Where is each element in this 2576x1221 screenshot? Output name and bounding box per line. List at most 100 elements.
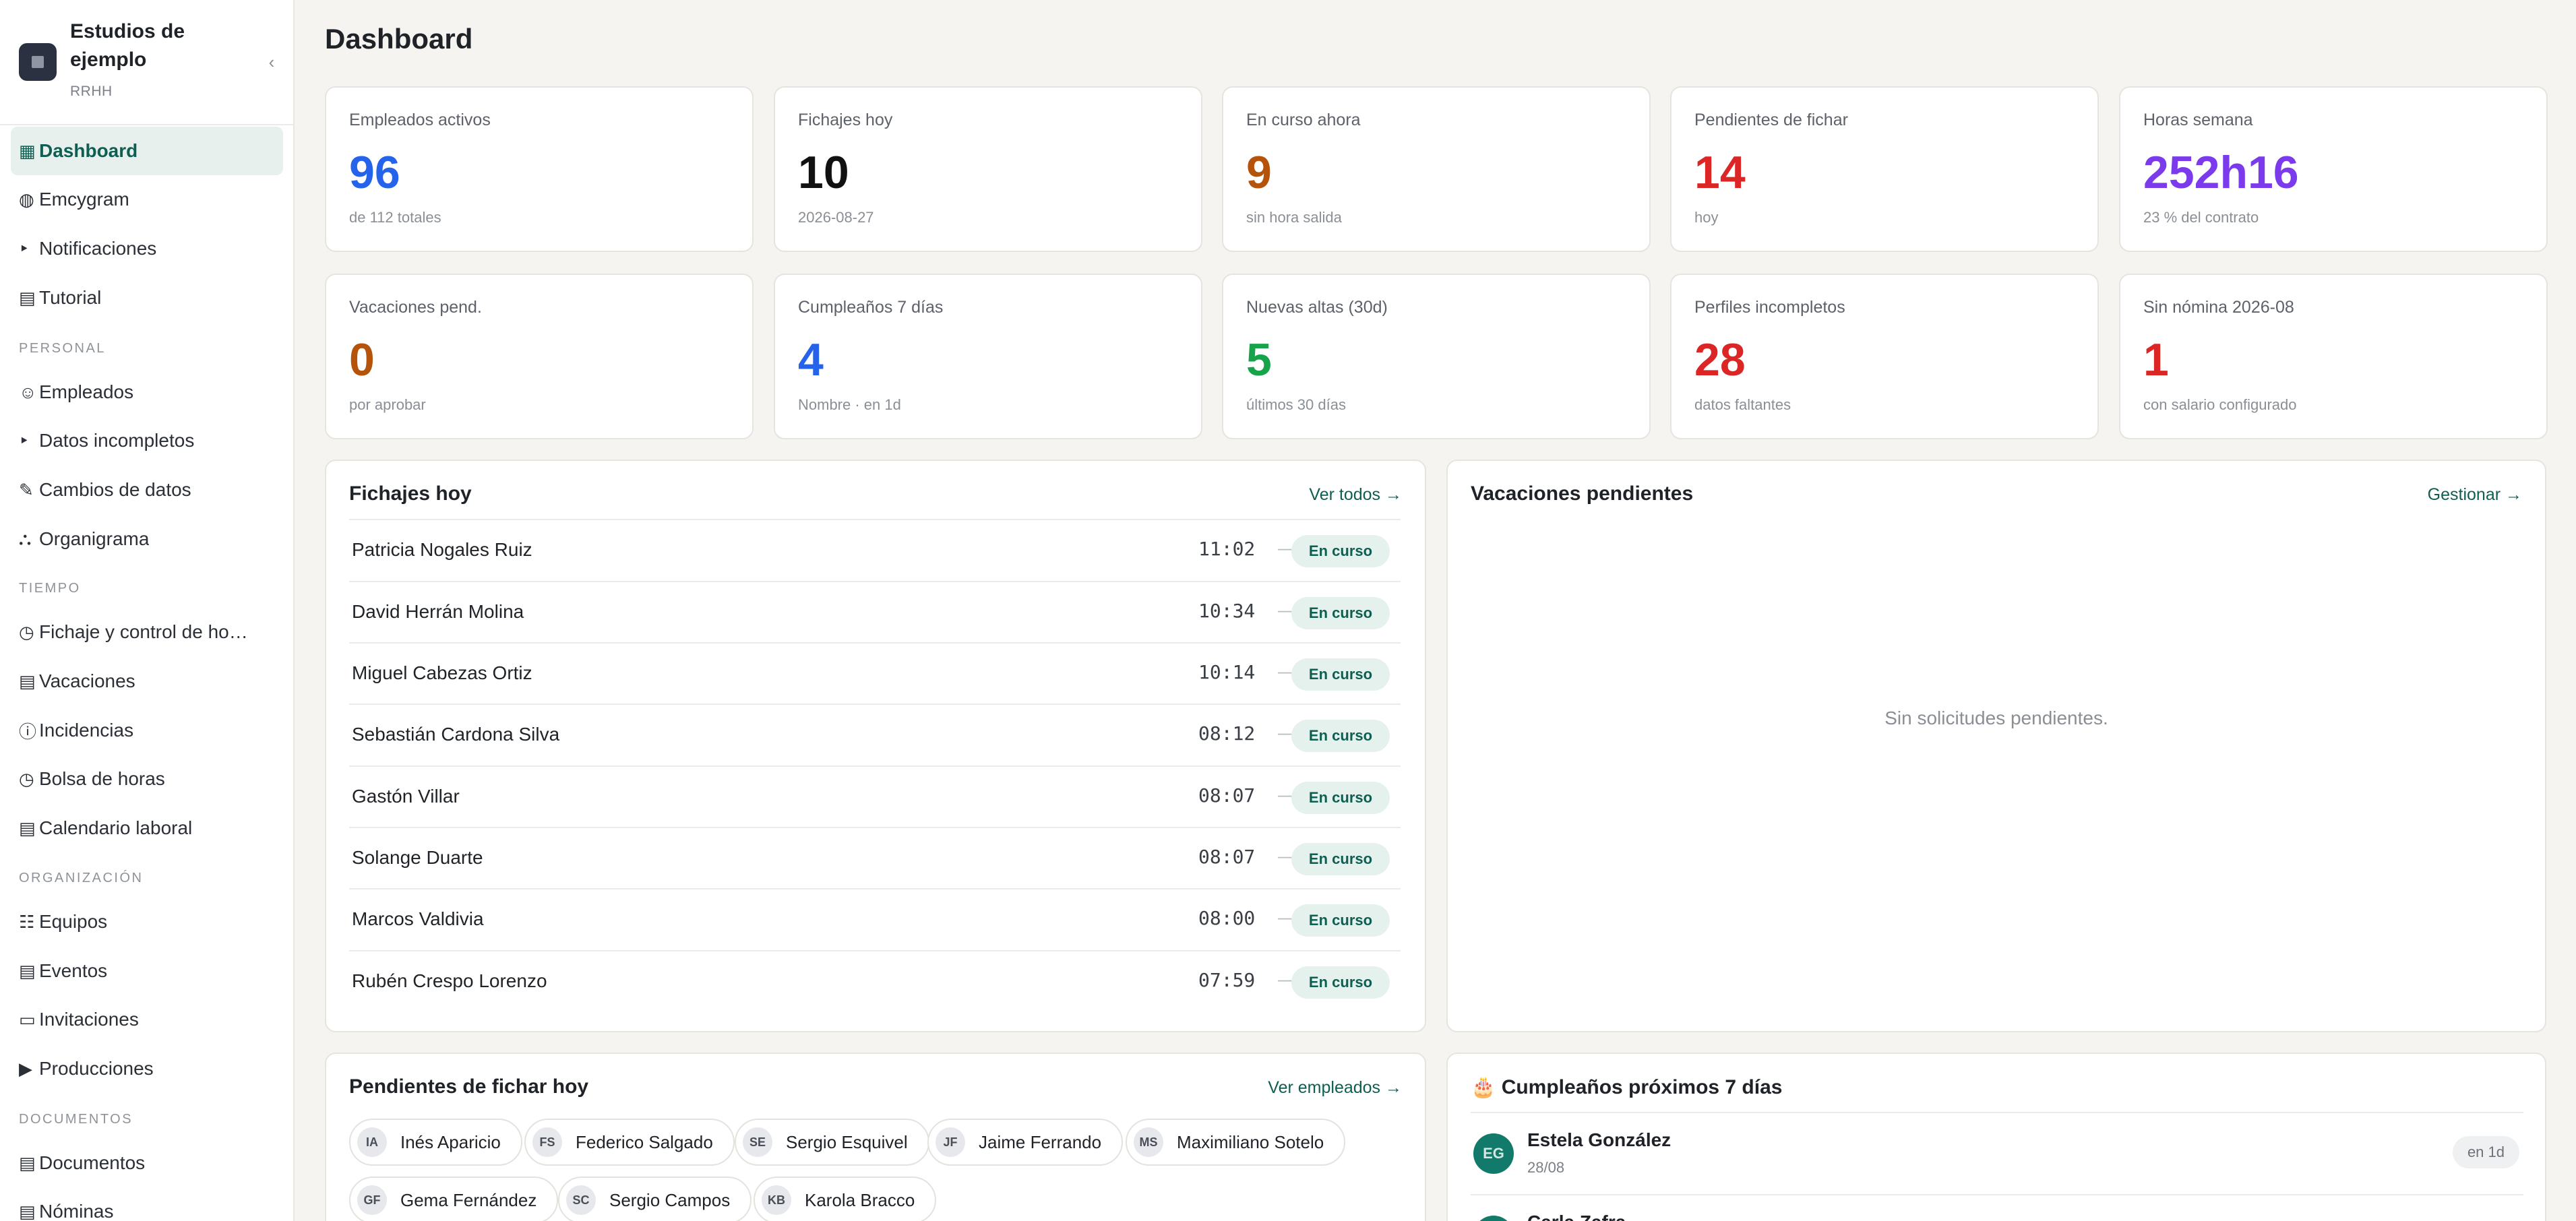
stat-card-nuevas-altas[interactable]: Nuevas altas (30d) 5 últimos 30 días [1222, 274, 1651, 439]
sidebar-item-vacaciones[interactable]: ▤ Vacaciones [11, 657, 283, 706]
sidebar-item-label: Incidencias [39, 720, 134, 741]
stat-card-empleados-activos[interactable]: Empleados activos 96 de 112 totales [325, 86, 754, 252]
stat-value: 28 [1694, 334, 1746, 385]
sidebar-item-documentos[interactable]: ▤ Documentos [11, 1139, 283, 1187]
status-badge: En curso [1291, 843, 1390, 875]
sidebar-item-bolsa-de-horas[interactable]: ◷ Bolsa de horas [11, 755, 283, 803]
table-row[interactable]: Solange Duarte 08:07 — En curso [349, 827, 1401, 889]
employee-name: Estela González [1527, 1129, 1672, 1150]
sidebar-item-label: Emcygram [39, 189, 129, 210]
nav-section-organizacion: ORGANIZACIÓN [19, 871, 144, 885]
avatar: MS [1134, 1127, 1163, 1157]
sidebar-item-invitaciones[interactable]: ▭ Invitaciones [11, 995, 283, 1044]
sidebar-item-eventos[interactable]: ▤ Eventos [11, 947, 283, 995]
employee-name: Sergio Campos [609, 1189, 731, 1210]
stat-card-fichajes-hoy[interactable]: Fichajes hoy 10 2026-08-27 [774, 86, 1202, 252]
avatar: EG [1473, 1133, 1514, 1174]
sidebar-item-incidencias[interactable]: ⓘ Incidencias [11, 706, 283, 755]
stat-value: 14 [1694, 147, 1746, 198]
avatar: IA [357, 1127, 387, 1157]
sidebar-item-dashboard[interactable]: ▦ Dashboard [11, 127, 283, 175]
employee-chip[interactable]: JF Jaime Ferrando [927, 1119, 1124, 1166]
vacaciones-pendientes-panel: Vacaciones pendientes Gestionar → Sin so… [1446, 460, 2546, 1032]
table-row[interactable]: Marcos Valdivia 08:00 — En curso [349, 888, 1401, 950]
chevron-left-icon[interactable]: ‹ [264, 49, 279, 75]
stat-card-pendientes-fichar[interactable]: Pendientes de fichar 14 hoy [1670, 86, 2099, 252]
employee-chip[interactable]: SE Sergio Esquivel [735, 1119, 929, 1166]
stat-card-horas-semana[interactable]: Horas semana 252h16 23 % del contrato [2119, 86, 2548, 252]
stat-label: En curso ahora [1246, 111, 1361, 129]
list-item[interactable]: EG Estela González 28/08 en 1d [1471, 1112, 2523, 1194]
clock-in-time: 10:34 [1198, 600, 1256, 622]
alert-icon: ‣ [19, 430, 30, 451]
brand-header: Estudios de ejemplo RRHH ‹ [0, 0, 293, 125]
sidebar-item-nominas[interactable]: ▤ Nóminas [11, 1187, 283, 1221]
stat-value: 0 [349, 334, 375, 385]
brand-subtitle: RRHH [70, 84, 113, 99]
employee-name: Solange Duarte [352, 847, 483, 868]
gestionar-link[interactable]: Gestionar → [2428, 485, 2522, 505]
employee-chip[interactable]: MS Maximiliano Sotelo [1126, 1119, 1346, 1166]
table-row[interactable]: Patricia Nogales Ruiz 11:02 — En curso [349, 519, 1401, 581]
stat-sub: hoy [1694, 209, 1719, 226]
employee-chip[interactable]: IA Inés Aparicio [349, 1119, 522, 1166]
status-badge: En curso [1291, 597, 1390, 629]
stat-value: 9 [1246, 147, 1272, 198]
sidebar-item-organigrama[interactable]: ⛬ Organigrama [11, 515, 283, 563]
ver-todos-link[interactable]: Ver todos → [1309, 485, 1402, 505]
sidebar-item-fichaje[interactable]: ◷ Fichaje y control de ho… [11, 608, 283, 656]
panel-title: Fichajes hoy [349, 482, 472, 505]
employee-name: David Herrán Molina [352, 601, 524, 622]
sidebar-item-cambios-de-datos[interactable]: ✎ Cambios de datos [11, 466, 283, 514]
globe-icon: ◍ [19, 189, 34, 210]
sidebar-item-tutorial[interactable]: ▤ Tutorial [11, 274, 283, 322]
table-row[interactable]: Miguel Cabezas Ortiz 10:14 — En curso [349, 642, 1401, 704]
pendientes-fichar-panel: Pendientes de fichar hoy Ver empleados →… [325, 1053, 1426, 1221]
employee-chip[interactable]: SC Sergio Campos [558, 1177, 752, 1221]
panel-title: Vacaciones pendientes [1471, 482, 1694, 505]
employee-chip[interactable]: FS Federico Salgado [524, 1119, 735, 1166]
stat-sub: Nombre · en 1d [798, 396, 901, 413]
employee-name: Carla Zafra [1527, 1212, 1626, 1221]
status-badge: En curso [1291, 966, 1390, 999]
stat-card-perfiles-incompletos[interactable]: Perfiles incompletos 28 datos faltantes [1670, 274, 2099, 439]
avatar: SC [566, 1185, 596, 1215]
stat-card-en-curso[interactable]: En curso ahora 9 sin hora salida [1222, 86, 1651, 252]
status-badge: En curso [1291, 720, 1390, 752]
ver-empleados-link[interactable]: Ver empleados → [1268, 1078, 1402, 1098]
table-row[interactable]: David Herrán Molina 10:34 — En curso [349, 581, 1401, 643]
employee-name: Marcos Valdivia [352, 908, 484, 929]
stat-label: Nuevas altas (30d) [1246, 298, 1388, 317]
sidebar-item-empleados[interactable]: ☺ Empleados [11, 368, 283, 416]
table-row[interactable]: Rubén Crespo Lorenzo 07:59 — En curso [349, 950, 1401, 1012]
stat-card-sin-nomina[interactable]: Sin nómina 2026-08 1 con salario configu… [2119, 274, 2548, 439]
employee-chip[interactable]: GF Gema Fernández [349, 1177, 559, 1221]
avatar: JF [936, 1127, 965, 1157]
stat-label: Horas semana [2143, 111, 2253, 129]
clock-in-time: 08:12 [1198, 722, 1256, 745]
stat-sub: 2026-08-27 [798, 209, 874, 226]
days-badge: en 1d [2452, 1136, 2519, 1168]
employee-name: Karola Bracco [805, 1189, 915, 1210]
employee-chip[interactable]: KB Karola Bracco [754, 1177, 937, 1221]
list-item[interactable]: CZ Carla Zafra [1471, 1194, 2523, 1221]
table-row[interactable]: Sebastián Cardona Silva 08:12 — En curso [349, 703, 1401, 765]
sidebar-item-producciones[interactable]: ▶ Producciones [11, 1044, 283, 1093]
clock-in-time: 08:07 [1198, 846, 1256, 868]
sidebar-item-emcygram[interactable]: ◍ Emcygram [11, 175, 283, 224]
grid-icon: ▦ [19, 140, 36, 161]
table-row[interactable]: Gastón Villar 08:07 — En curso [349, 765, 1401, 827]
panel-title: Pendientes de fichar hoy [349, 1075, 589, 1098]
sidebar-item-notificaciones[interactable]: ‣ Notificaciones [11, 224, 283, 273]
sidebar-item-calendario-laboral[interactable]: ▤ Calendario laboral [11, 804, 283, 852]
sidebar-item-label: Cambios de datos [39, 479, 191, 500]
stat-card-cumpleanos[interactable]: Cumpleaños 7 días 4 Nombre · en 1d [774, 274, 1202, 439]
sidebar-item-datos-incompletos[interactable]: ‣ Datos incompletos [11, 416, 283, 465]
sidebar-item-equipos[interactable]: ☷ Equipos [11, 898, 283, 946]
employee-name: Maximiliano Sotelo [1177, 1131, 1324, 1152]
stat-label: Vacaciones pend. [349, 298, 482, 317]
stat-card-vacaciones-pend[interactable]: Vacaciones pend. 0 por aprobar [325, 274, 754, 439]
sidebar-item-label: Tutorial [39, 287, 102, 308]
clock-in-time: 07:59 [1198, 969, 1256, 991]
nav-section-documentos: DOCUMENTOS [19, 1112, 133, 1127]
